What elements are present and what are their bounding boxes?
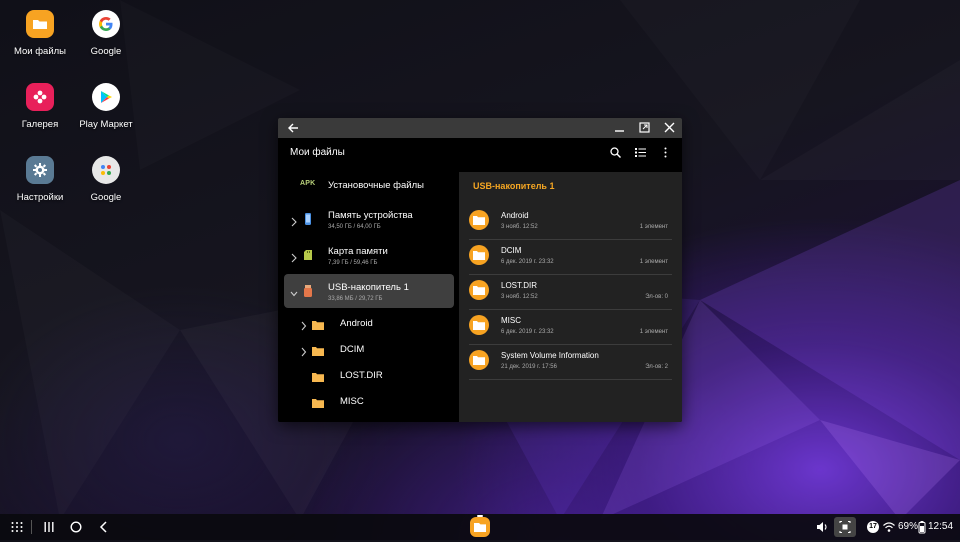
folder-icon [26, 10, 54, 38]
chevron-down-icon[interactable] [290, 286, 298, 297]
file-item-count: Эл-ов: 2 [645, 364, 668, 370]
storage-usage: 33,86 МБ / 29,72 ГБ [328, 296, 383, 302]
subfolder-label: MISC [340, 396, 364, 407]
current-path-title: USB-накопитель 1 [473, 181, 555, 191]
file-date: 3 нояб. 12:52 [501, 294, 538, 300]
active-app-indicator [477, 515, 483, 517]
home-icon[interactable] [69, 520, 83, 534]
search-icon[interactable] [609, 146, 622, 159]
file-row[interactable]: System Volume Information 21 дек. 2019 г… [469, 344, 672, 380]
app-bar: Мои файлы [278, 138, 682, 168]
sidebar-item-device-storage[interactable]: Память устройства 34,50 ГБ / 64,00 ГБ [284, 202, 454, 236]
sidebar-item-usb-drive[interactable]: USB-накопитель 1 33,86 МБ / 29,72 ГБ [284, 274, 454, 308]
sidebar: APK Установочные файлы Память устройства… [278, 168, 459, 422]
maximize-icon[interactable] [638, 121, 651, 134]
folder-icon [312, 369, 324, 382]
taskbar: 17 69% 12:54 [0, 514, 960, 540]
folder-icon [469, 350, 489, 370]
file-name: MISC [501, 316, 521, 325]
google-icon [92, 10, 120, 38]
subfolder-label: Android [340, 318, 373, 329]
file-date: 3 нояб. 12:52 [501, 224, 538, 230]
battery-percent: 69% [898, 521, 919, 532]
file-row[interactable]: LOST.DIR 3 нояб. 12:52 Эл-ов: 0 [469, 274, 672, 310]
desktop-icon-label: Google [90, 46, 122, 57]
storage-name: USB-накопитель 1 [328, 282, 409, 293]
play-store-icon [92, 83, 120, 111]
apk-badge: APK [300, 180, 316, 187]
desktop-icon-label: Play Маркет [79, 119, 133, 130]
sidebar-subfolder-lost-dir[interactable]: LOST.DIR [278, 362, 459, 388]
file-item-count: 1 элемент [639, 259, 668, 265]
storage-usage: 7,39 ГБ / 59,46 ГБ [328, 260, 378, 266]
sidebar-subfolder-dcim[interactable]: DCIM [278, 336, 459, 362]
wifi-icon [882, 520, 896, 534]
phone-icon [302, 212, 314, 226]
file-item-count: 1 элемент [639, 224, 668, 230]
divider [31, 520, 32, 534]
file-name: Android [501, 211, 529, 220]
my-files-window: Мои файлы APK Установочные файлы Память … [278, 118, 682, 422]
minimize-icon[interactable] [613, 121, 626, 134]
folder-icon [312, 343, 324, 356]
apps-grid-icon[interactable] [10, 520, 24, 534]
back-icon[interactable] [97, 520, 111, 534]
file-name: DCIM [501, 246, 522, 255]
sidebar-item-installers[interactable]: APK Установочные файлы [284, 168, 454, 202]
sidebar-item-memory-card[interactable]: Карта памяти 7,39 ГБ / 59,46 ГБ [284, 238, 454, 272]
folder-icon [469, 245, 489, 265]
desktop-icon-label: Google [90, 192, 122, 203]
window-titlebar[interactable] [278, 118, 682, 138]
file-row[interactable]: Android 3 нояб. 12:52 1 элемент [469, 204, 672, 240]
storage-name: Карта памяти [328, 246, 388, 257]
sd-card-icon [302, 248, 314, 262]
folder-icon [312, 395, 324, 408]
file-date: 21 дек. 2019 г. 17:56 [501, 364, 557, 370]
folder-icon [469, 210, 489, 230]
subfolder-label: LOST.DIR [340, 370, 383, 381]
volume-icon[interactable] [815, 520, 829, 534]
desktop-icon-google[interactable]: Google [66, 10, 146, 57]
gear-icon [26, 156, 54, 184]
subfolder-label: DCIM [340, 344, 365, 355]
screen-capture-icon[interactable] [834, 517, 856, 537]
file-date: 6 дек. 2019 г. 23:32 [501, 329, 554, 335]
battery-icon [918, 520, 926, 534]
back-arrow-icon[interactable] [286, 121, 300, 135]
file-name: System Volume Information [501, 351, 599, 360]
folder-icon [469, 315, 489, 335]
folder-icon [312, 317, 324, 330]
file-list-panel: USB-накопитель 1 Android 3 нояб. 12:52 1… [459, 172, 682, 422]
close-icon[interactable] [663, 121, 676, 134]
chevron-right-icon[interactable] [290, 250, 298, 263]
google-folder-icon [92, 156, 120, 184]
chevron-right-icon[interactable] [290, 214, 298, 227]
app-title: Мои файлы [290, 147, 345, 158]
file-item-count: Эл-ов: 0 [645, 294, 668, 300]
chevron-right-icon[interactable] [300, 344, 307, 357]
flower-icon [26, 83, 54, 111]
sidebar-subfolder-misc[interactable]: MISC [278, 388, 459, 414]
sidebar-subfolder-android[interactable]: Android [278, 310, 459, 336]
folder-icon [469, 280, 489, 300]
file-date: 6 дек. 2019 г. 23:32 [501, 259, 554, 265]
desktop-icon-google-folder[interactable]: Google [66, 156, 146, 203]
file-row[interactable]: MISC 6 дек. 2019 г. 23:32 1 элемент [469, 309, 672, 345]
chevron-right-icon[interactable] [300, 318, 307, 331]
storage-name: Память устройства [328, 210, 413, 221]
list-view-icon[interactable] [634, 146, 647, 159]
recents-icon[interactable] [42, 520, 56, 534]
more-options-icon[interactable] [659, 146, 672, 159]
storage-usage: 34,50 ГБ / 64,00 ГБ [328, 224, 381, 230]
file-item-count: 1 элемент [639, 329, 668, 335]
usb-icon [302, 284, 314, 298]
desktop-icon-play-market[interactable]: Play Маркет [66, 83, 146, 130]
notification-badge[interactable]: 17 [867, 521, 879, 533]
clock: 12:54 [928, 521, 954, 532]
file-row[interactable]: DCIM 6 дек. 2019 г. 23:32 1 элемент [469, 239, 672, 275]
sidebar-item-label: Установочные файлы [328, 180, 424, 191]
file-name: LOST.DIR [501, 281, 538, 290]
taskbar-app-my-files[interactable] [470, 517, 490, 537]
